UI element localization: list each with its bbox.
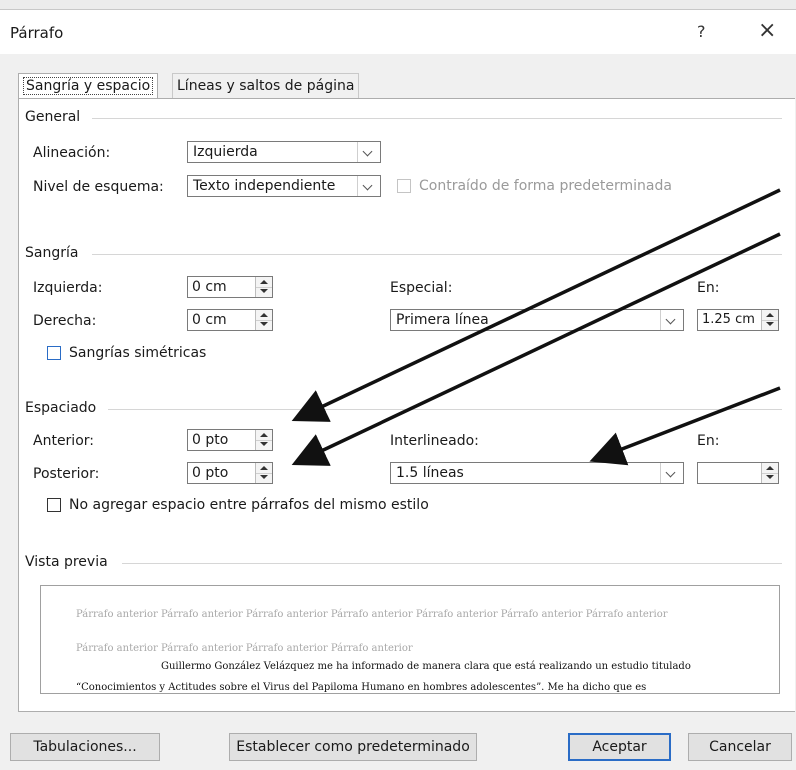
arrow-interlineado	[589, 386, 781, 466]
arrow-anterior	[291, 188, 781, 422]
annotation-arrows	[291, 188, 781, 466]
arrow-posterior	[291, 232, 781, 466]
